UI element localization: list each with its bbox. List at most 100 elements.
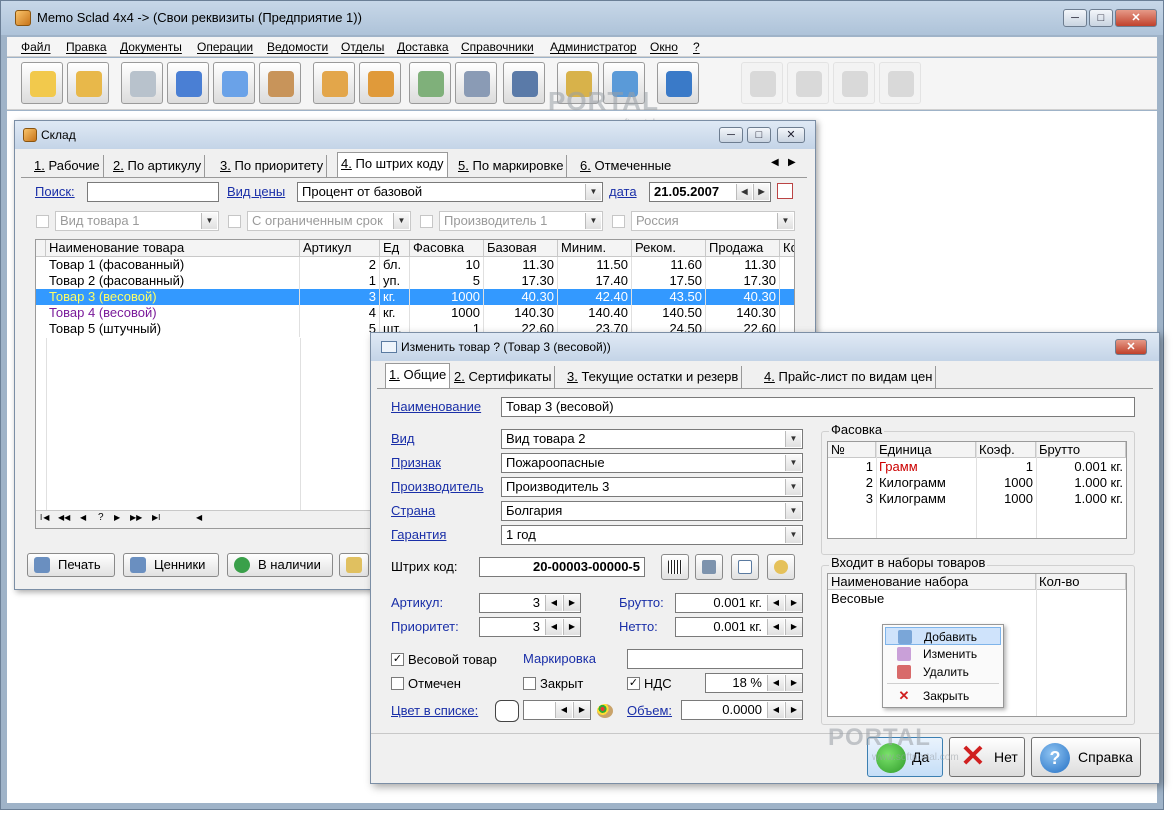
filter-maker-checkbox[interactable]	[420, 215, 433, 228]
help-button[interactable]: ? Справка	[1031, 737, 1141, 777]
pack-col-coef[interactable]: Коэф.	[976, 442, 1036, 458]
pack-col-n[interactable]: №	[828, 442, 876, 458]
pack-table[interactable]: № Единица Коэф. Брутто 1 Грамм 1 0.001 к…	[827, 441, 1127, 539]
sets-col-name[interactable]: Наименование набора	[828, 574, 1036, 590]
nav-prev-icon[interactable]: ◀	[80, 513, 86, 522]
print-button[interactable]: Печать	[27, 553, 115, 577]
table-row[interactable]: Товар 1 (фасованный) 2 бл. 10 11.30 11.5…	[36, 257, 794, 273]
country-select[interactable]: Болгария ▼	[501, 501, 803, 521]
binoculars-button[interactable]	[503, 62, 545, 104]
color-swatch[interactable]	[495, 700, 519, 722]
marking-input[interactable]	[627, 649, 803, 669]
menu-reports[interactable]: Ведомости	[267, 40, 328, 54]
nav-last-icon[interactable]: ▶I	[152, 513, 160, 522]
no-button[interactable]: ✕ Нет	[949, 737, 1025, 777]
vat-checkbox[interactable]: ✓	[627, 677, 640, 690]
decrement-icon[interactable]: ◀	[545, 595, 562, 611]
filter-maker-select[interactable]: Производитель 1 ▼	[439, 211, 603, 231]
col-rec[interactable]: Реком.	[632, 240, 706, 257]
search-button[interactable]	[339, 553, 369, 577]
nav-next-icon[interactable]: ▶	[114, 513, 120, 522]
delete-toolbar-button[interactable]	[879, 62, 921, 104]
col-base[interactable]: Базовая	[484, 240, 558, 257]
edit-document-button[interactable]	[213, 62, 255, 104]
filter-kind-select[interactable]: Вид товара 1 ▼	[55, 211, 219, 231]
document-button[interactable]	[731, 554, 759, 580]
decrement-icon[interactable]: ◀	[767, 675, 784, 691]
date-input[interactable]: 21.05.2007 ◀ ▶	[649, 182, 771, 202]
import-button[interactable]	[67, 62, 109, 104]
ctx-close[interactable]: ✕ Закрыть	[885, 687, 1001, 705]
filter-country-checkbox[interactable]	[612, 215, 625, 228]
barcode-button[interactable]	[661, 554, 689, 580]
menu-operations[interactable]: Операции	[197, 40, 253, 54]
box-button[interactable]	[313, 62, 355, 104]
pencil-button[interactable]	[833, 62, 875, 104]
tab-certificates[interactable]: 2. Сертификаты	[451, 366, 556, 388]
table-row[interactable]: Товар 4 (весовой) 4 кг. 1000 140.30 140.…	[36, 305, 794, 321]
price-type-select[interactable]: Процент от базовой ▼	[297, 182, 603, 202]
nav-first-icon[interactable]: I◀	[40, 513, 50, 522]
filter-country-select[interactable]: Россия ▼	[631, 211, 795, 231]
tab-by-priority[interactable]: 3. По приоритету	[217, 155, 328, 177]
generate-barcode-button[interactable]	[695, 554, 723, 580]
net-stepper[interactable]: 0.001 кг. ◀ ▶	[675, 617, 803, 637]
marked-checkbox[interactable]	[391, 677, 404, 690]
menu-admin[interactable]: Администратор	[550, 40, 637, 54]
menu-window[interactable]: Окно	[650, 40, 678, 54]
dialog-close-button[interactable]: ✕	[1115, 339, 1147, 355]
ctx-edit[interactable]: Изменить	[885, 645, 1001, 663]
ctx-add[interactable]: Добавить	[885, 627, 1001, 645]
sklad-titlebar[interactable]: Склад ─ □ ✕	[15, 121, 815, 149]
col-unit[interactable]: Ед	[380, 240, 410, 257]
maximize-button[interactable]: □	[1089, 9, 1113, 27]
name-input[interactable]: Товар 3 (весовой)	[501, 397, 1135, 417]
barcode-input[interactable]: 20-00003-00000-5	[479, 557, 645, 577]
volume-stepper[interactable]: 0.0000 ◀ ▶	[681, 700, 803, 720]
tab-working[interactable]: 1. Рабочие	[31, 155, 104, 177]
menu-documents[interactable]: Документы	[120, 40, 182, 54]
warranty-select[interactable]: 1 год ▼	[501, 525, 803, 545]
col-article[interactable]: Артикул	[300, 240, 380, 257]
table-row[interactable]: Товар 2 (фасованный) 1 уп. 5 17.30 17.40…	[36, 273, 794, 289]
close-button[interactable]: ✕	[1115, 9, 1157, 27]
tab-scroll-right-icon[interactable]: ▶	[788, 157, 796, 168]
menu-departments[interactable]: Отделы	[341, 40, 384, 54]
sets-col-qty[interactable]: Кол-во	[1036, 574, 1126, 590]
decrement-icon[interactable]: ◀	[767, 595, 784, 611]
menu-edit[interactable]: Правка	[66, 40, 107, 54]
table-row-selected[interactable]: Товар 3 (весовой) 3 кг. 1000 40.30 42.40…	[36, 289, 794, 305]
tab-marked[interactable]: 6. Отмеченные	[577, 155, 674, 177]
gross-stepper[interactable]: 0.001 кг. ◀ ▶	[675, 593, 803, 613]
increment-icon[interactable]: ▶	[573, 702, 590, 718]
weight-item-checkbox[interactable]: ✓	[391, 653, 404, 666]
menu-help[interactable]: ?	[693, 40, 700, 54]
increment-icon[interactable]: ▶	[785, 702, 802, 718]
search-input[interactable]	[87, 182, 219, 202]
menu-delivery[interactable]: Доставка	[397, 40, 449, 54]
date-next-icon[interactable]: ▶	[753, 184, 769, 200]
chat-button[interactable]	[455, 62, 497, 104]
sklad-maximize-button[interactable]: □	[747, 127, 771, 143]
col-more[interactable]: Ко	[780, 240, 794, 257]
decrement-icon[interactable]: ◀	[767, 619, 784, 635]
nav-prev-page-icon[interactable]: ◀◀	[58, 513, 70, 522]
tab-by-marking[interactable]: 5. По маркировке	[455, 155, 568, 177]
col-min[interactable]: Миним.	[558, 240, 632, 257]
decrement-icon[interactable]: ◀	[555, 702, 572, 718]
dialog-titlebar[interactable]: Изменить товар ? (Товар 3 (весовой)) ✕	[371, 333, 1159, 361]
col-name[interactable]: Наименование товара	[46, 240, 300, 257]
increment-icon[interactable]: ▶	[563, 619, 580, 635]
filter-expiry-select[interactable]: С ограниченным срок ▼	[247, 211, 411, 231]
pack-col-unit[interactable]: Единица	[876, 442, 976, 458]
scroll-left-icon[interactable]: ◀	[196, 513, 202, 522]
tab-general[interactable]: 1. Общие	[385, 363, 451, 388]
search-barcode-button[interactable]	[767, 554, 795, 580]
cash-register-button[interactable]	[121, 62, 163, 104]
decrement-icon[interactable]: ◀	[767, 702, 784, 718]
color-stepper[interactable]: ◀ ▶	[523, 700, 591, 720]
sklad-minimize-button[interactable]: ─	[719, 127, 743, 143]
tab-scroll-left-icon[interactable]: ◀	[771, 157, 779, 168]
col-sale[interactable]: Продажа	[706, 240, 780, 257]
menu-references[interactable]: Справочники	[461, 40, 534, 54]
